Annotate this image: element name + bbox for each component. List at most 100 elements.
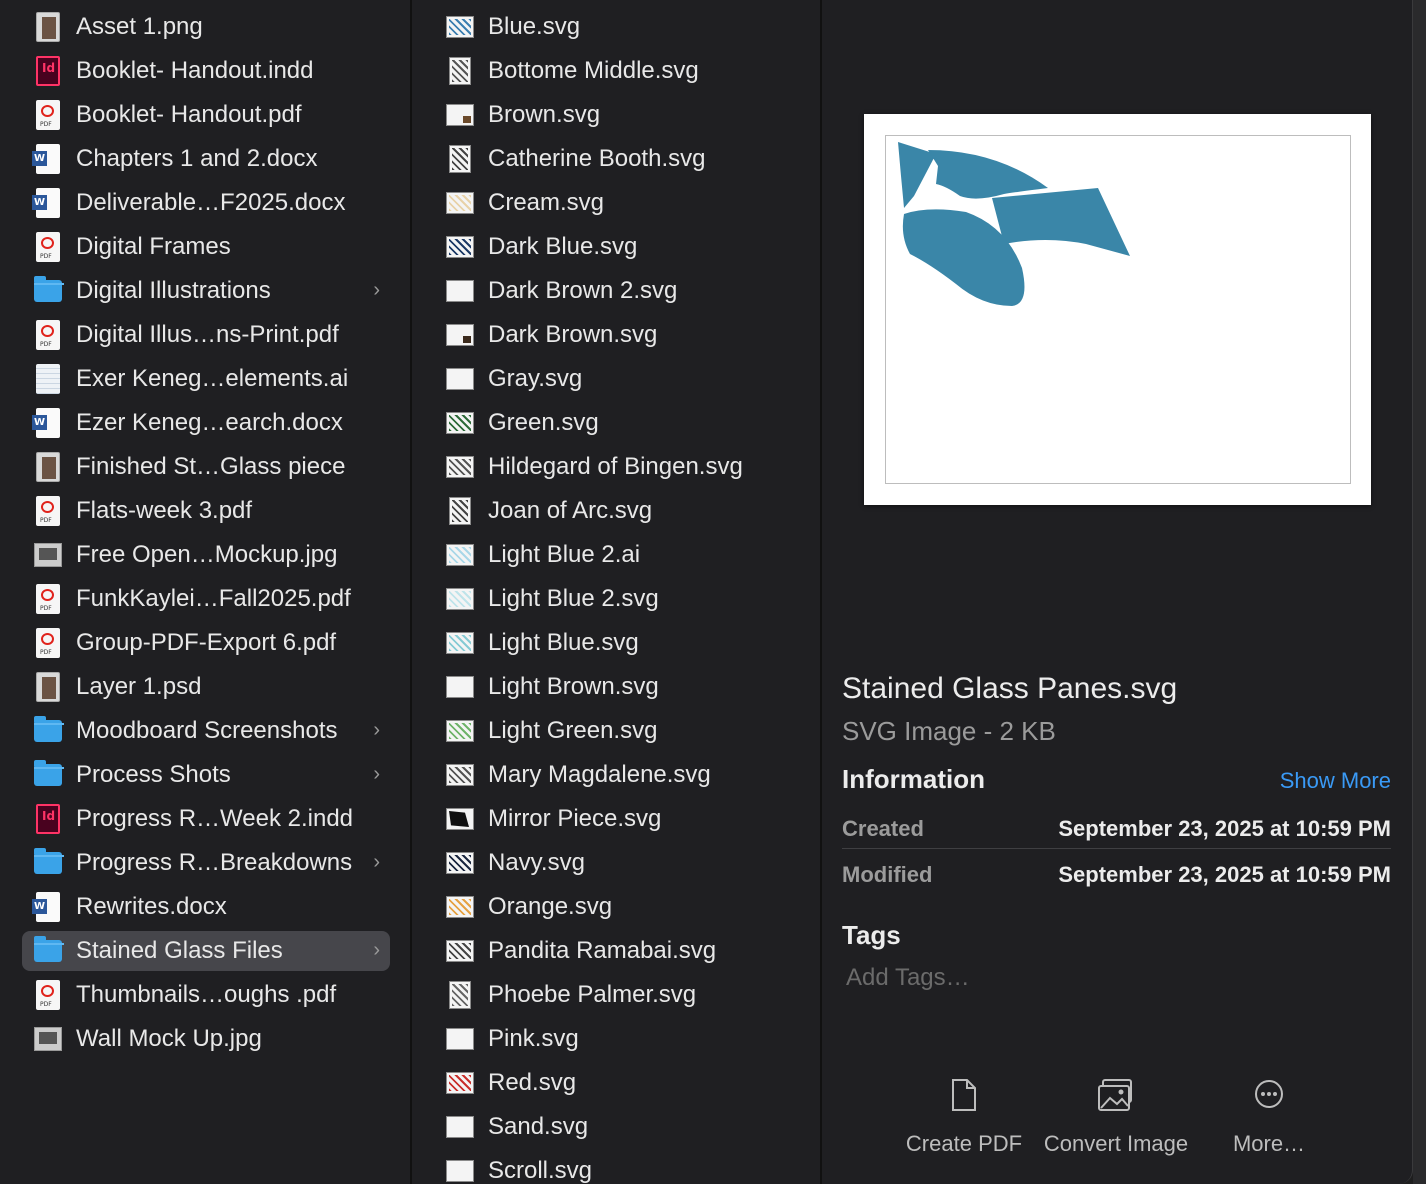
list-item[interactable]: Dark Brown 2.svg	[434, 271, 804, 311]
list-item[interactable]: Green.svg	[434, 403, 804, 443]
svg-thumbnail-icon	[446, 232, 474, 262]
thumbnail-swatch	[446, 16, 474, 38]
list-item[interactable]: Dark Blue.svg	[434, 227, 804, 267]
svg-thumbnail-icon	[446, 188, 474, 218]
file-name: Red.svg	[488, 1069, 577, 1096]
list-item[interactable]: Digital Illus…ns-Print.pdf	[22, 315, 390, 355]
list-item[interactable]: Light Blue 2.ai	[434, 535, 804, 575]
more-label: More…	[1232, 1131, 1306, 1156]
list-item[interactable]: Gray.svg	[434, 359, 804, 399]
list-item[interactable]: Joan of Arc.svg	[434, 491, 804, 531]
list-item[interactable]: Blue.svg	[434, 7, 804, 47]
file-name: Orange.svg	[488, 893, 613, 920]
list-item[interactable]: Flats-week 3.pdf	[22, 491, 390, 531]
more-button[interactable]: More…	[1179, 1078, 1359, 1157]
background-window-edge	[1413, 0, 1426, 1184]
file-preview-image[interactable]	[864, 114, 1371, 505]
list-item[interactable]: Thumbnails…oughs .pdf	[22, 975, 390, 1015]
list-item[interactable]: Finished St…Glass piece	[22, 447, 390, 487]
psd-file-icon	[34, 672, 62, 702]
list-item[interactable]: FunkKaylei…Fall2025.pdf	[22, 579, 390, 619]
folder-item[interactable]: Digital Illustrations ›	[22, 271, 390, 311]
folder-item-selected[interactable]: Stained Glass Files ›	[22, 931, 390, 971]
list-item[interactable]: Pandita Ramabai.svg	[434, 931, 804, 971]
list-item[interactable]: Bottome Middle.svg	[434, 51, 804, 91]
tags-heading: Tags	[842, 920, 901, 950]
list-item[interactable]: Light Green.svg	[434, 711, 804, 751]
svg-thumbnail-icon	[446, 408, 474, 438]
list-item[interactable]: Red.svg	[434, 1063, 804, 1103]
list-item[interactable]: Booklet- Handout.pdf	[22, 95, 390, 135]
list-item[interactable]: Mary Magdalene.svg	[434, 755, 804, 795]
list-item[interactable]: Booklet- Handout.indd	[22, 51, 390, 91]
list-item[interactable]: Chapters 1 and 2.docx	[22, 139, 390, 179]
file-name: Gray.svg	[488, 365, 583, 392]
svg-thumbnail-icon	[446, 672, 474, 702]
list-item[interactable]: Mirror Piece.svg	[434, 799, 804, 839]
preview-file-name: Stained Glass Panes.svg	[842, 672, 1178, 705]
list-item[interactable]: Group-PDF-Export 6.pdf	[22, 623, 390, 663]
file-name: Finished St…Glass piece	[76, 453, 346, 480]
file-name: Light Blue.svg	[488, 629, 639, 656]
list-item[interactable]: Progress R…Week 2.indd	[22, 799, 390, 839]
folder-item[interactable]: Process Shots ›	[22, 755, 390, 795]
list-item[interactable]: Free Open…Mockup.jpg	[22, 535, 390, 575]
list-item[interactable]: Hildegard of Bingen.svg	[434, 447, 804, 487]
divider	[842, 848, 1391, 849]
folder-item[interactable]: Moodboard Screenshots ›	[22, 711, 390, 751]
chevron-right-icon: ›	[373, 719, 380, 741]
list-item[interactable]: Catherine Booth.svg	[434, 139, 804, 179]
thumbnail-swatch	[446, 632, 474, 654]
list-item[interactable]: Digital Frames	[22, 227, 390, 267]
list-item[interactable]: Deliverable…F2025.docx	[22, 183, 390, 223]
list-item[interactable]: Pink.svg	[434, 1019, 804, 1059]
list-item[interactable]: Brown.svg	[434, 95, 804, 135]
illustrator-file-icon	[34, 364, 62, 394]
svg-thumbnail-icon	[446, 540, 474, 570]
file-name: Catherine Booth.svg	[488, 145, 706, 172]
file-name: Booklet- Handout.pdf	[76, 101, 302, 128]
file-name: Sand.svg	[488, 1113, 589, 1140]
file-name: Bottome Middle.svg	[488, 57, 699, 84]
file-name: Ezer Keneg…earch.docx	[76, 409, 343, 436]
svg-thumbnail-icon	[446, 452, 474, 482]
png-image-icon	[34, 12, 62, 42]
chevron-right-icon: ›	[373, 939, 380, 961]
list-item[interactable]: Scroll.svg	[434, 1151, 804, 1184]
list-item[interactable]: Cream.svg	[434, 183, 804, 223]
list-item[interactable]: Navy.svg	[434, 843, 804, 883]
file-name: Wall Mock Up.jpg	[76, 1025, 262, 1052]
folder-icon	[34, 848, 64, 878]
list-item[interactable]: Exer Keneg…elements.ai	[22, 359, 390, 399]
list-item[interactable]: Light Brown.svg	[434, 667, 804, 707]
list-item[interactable]: Asset 1.png	[22, 7, 390, 47]
list-item[interactable]: Phoebe Palmer.svg	[434, 975, 804, 1015]
list-item[interactable]: Ezer Keneg…earch.docx	[22, 403, 390, 443]
folder-name: Stained Glass Files	[76, 937, 283, 964]
list-item[interactable]: Sand.svg	[434, 1107, 804, 1147]
list-item[interactable]: Wall Mock Up.jpg	[22, 1019, 390, 1059]
add-tags-field[interactable]: Add Tags…	[846, 964, 970, 992]
list-item[interactable]: Rewrites.docx	[22, 887, 390, 927]
stained-glass-shape	[898, 142, 1130, 306]
word-file-icon	[32, 892, 62, 922]
chevron-right-icon: ›	[373, 851, 380, 873]
modified-row: Modified September 23, 2025 at 10:59 PM	[842, 852, 1391, 896]
folder-name: Process Shots	[76, 761, 231, 788]
svg-thumbnail-icon	[446, 496, 474, 526]
list-item[interactable]: Light Blue.svg	[434, 623, 804, 663]
pdf-file-icon	[34, 584, 62, 614]
thumbnail-swatch	[446, 764, 474, 786]
folder-icon	[34, 936, 64, 966]
thumbnail-swatch	[446, 192, 474, 214]
indesign-file-icon	[34, 56, 62, 86]
svg-thumbnail-icon	[446, 320, 474, 350]
file-name: Asset 1.png	[76, 13, 203, 40]
file-name: Rewrites.docx	[76, 893, 227, 920]
list-item[interactable]: Dark Brown.svg	[434, 315, 804, 355]
list-item[interactable]: Layer 1.psd	[22, 667, 390, 707]
show-more-link[interactable]: Show More	[1280, 768, 1391, 794]
folder-item[interactable]: Progress R…Breakdowns ›	[22, 843, 390, 883]
list-item[interactable]: Light Blue 2.svg	[434, 579, 804, 619]
list-item[interactable]: Orange.svg	[434, 887, 804, 927]
